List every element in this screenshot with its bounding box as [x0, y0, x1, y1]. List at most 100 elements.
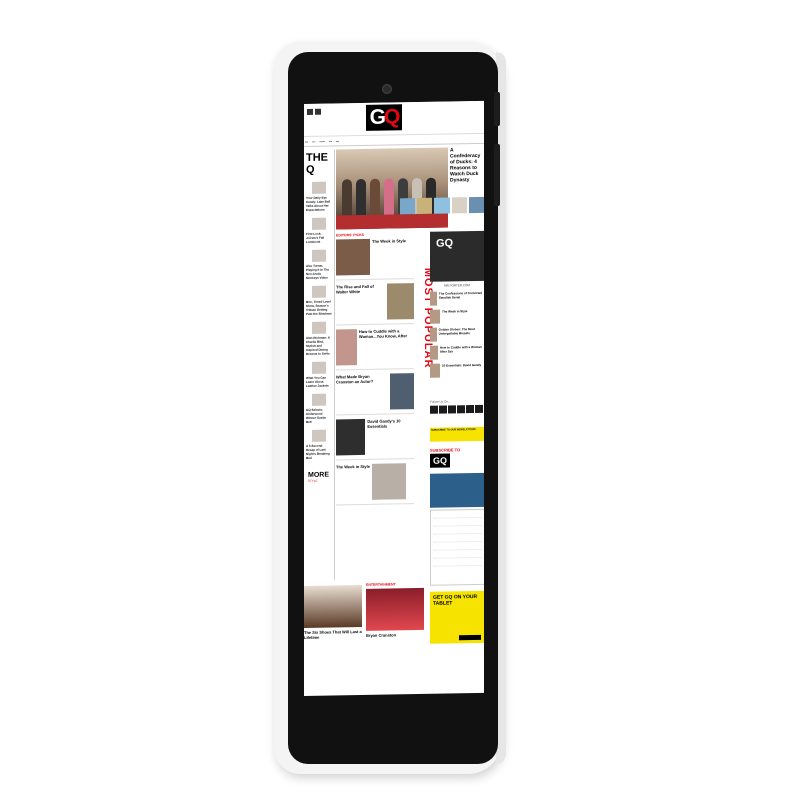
popular-thumb [430, 327, 437, 342]
gq-selects-ad[interactable]: GQ [430, 230, 484, 282]
entertainment-feature[interactable]: ENTERTAINMENT Bryan Cranston [366, 582, 426, 638]
editors-card[interactable]: The Week in Style [336, 238, 414, 281]
instagram-icon[interactable] [475, 404, 483, 414]
strip-thumb[interactable] [451, 197, 467, 214]
editors-card[interactable]: What Made Bryan Cranston an Actor? [336, 373, 414, 416]
nav-item[interactable]: ▪▪▪ [328, 137, 333, 145]
follow-us: Follow Us On... [430, 399, 484, 414]
sidebar-item-title: Alan Richman: A Charlie Bird, Stylish an… [306, 335, 330, 356]
sidebar-item[interactable]: First Look: J.Crew's Fall Lookbook [306, 217, 332, 244]
nav-item[interactable]: ▪▪▪ [304, 138, 309, 146]
editors-picks: EDITORS' PICKS The Week in Style The Ris… [336, 232, 414, 509]
subscribe-block[interactable]: SUBSCRIBE TO GQ [430, 447, 484, 468]
sidebar-thumb [312, 321, 326, 334]
facebook-icon[interactable] [430, 405, 438, 414]
card-image [371, 463, 406, 500]
sidebar-item[interactable]: Alan Richman: A Charlie Bird, Stylish an… [306, 321, 332, 356]
twitter-icon[interactable] [439, 405, 447, 414]
card-title: The Rise and Fall of Walter White [336, 283, 374, 295]
popular-thumb [430, 309, 440, 324]
google-plus-icon[interactable] [466, 405, 474, 414]
editors-card[interactable]: The Rise and Fall of Walter White [336, 283, 414, 326]
sidebar-item[interactable]: Brie, Timed Level Show, Season's Tribute… [306, 285, 332, 316]
editors-card[interactable]: The Week in Style [336, 463, 414, 506]
entertainment-image [366, 587, 424, 631]
sidebar-item-title: First Look: J.Crew's Fall Lookbook [306, 231, 325, 244]
magazine-cover[interactable] [430, 472, 484, 508]
form-field[interactable] [433, 527, 483, 535]
sidebar-item[interactable]: Alec Turner, Playing It In The Neo-Arcti… [306, 249, 332, 280]
sidebar-item-title: What You Can Learn About Leather Jackets [306, 375, 329, 388]
mr-porter-link[interactable]: MR PORTER.COM [430, 283, 484, 288]
nav-item[interactable]: ▪▪▪▪▪ [318, 138, 325, 146]
newsletter-label: SUBSCRIBE TO OUR NEWSLETTERS [431, 428, 476, 432]
form-field[interactable] [433, 543, 483, 551]
popular-item[interactable]: 10 Essentials: David Gandy [430, 363, 484, 379]
popular-item[interactable]: Golden Globes: The Most Unforgettable Br… [430, 327, 484, 343]
the-q-sidebar: THE Q Your Daily Eye Candy: Lake Bell Ta… [304, 149, 335, 580]
tablet-ad-text: GET GQ ON YOUR TABLET [433, 593, 478, 607]
power-button[interactable] [494, 92, 500, 126]
form-field[interactable] [433, 511, 483, 519]
popular-thumb [430, 345, 438, 360]
more-style-label[interactable]: MORE [308, 472, 330, 479]
popular-item[interactable]: The Confessions of Convicted Swedish Ser… [430, 291, 484, 307]
tablet-edition-ad[interactable]: GET GQ ON YOUR TABLET [430, 590, 484, 644]
popular-item[interactable]: The Week in Style [430, 309, 484, 325]
sidebar-item-title: Brie, Timed Level Show, Season's Tribute… [306, 299, 332, 316]
entertainment-title: Bryan Cranston [366, 632, 397, 638]
form-field[interactable] [433, 519, 483, 527]
card-image [336, 418, 366, 456]
card-image [336, 238, 370, 276]
newsletter-signup[interactable]: SUBSCRIBE TO OUR NEWSLETTERS [430, 426, 484, 442]
card-image [387, 283, 414, 320]
more-style-sub: STYLE [308, 478, 318, 483]
tumblr-icon[interactable] [448, 405, 456, 414]
sidebar-thumb [312, 429, 326, 442]
hero-image[interactable] [336, 147, 448, 230]
entertainment-label: ENTERTAINMENT [366, 582, 396, 587]
style-feature[interactable]: The Six Shoes That Will Last a Lifetime [304, 583, 364, 640]
nav-item[interactable]: ▪▪▪ [335, 137, 340, 145]
strip-thumb[interactable] [434, 197, 450, 214]
facebook-icon[interactable] [307, 108, 313, 115]
sidebar-thumb [312, 285, 326, 298]
tablet-screen: GQ ▪▪▪ ▪▪▪ ▪▪▪▪▪ ▪▪▪ ▪▪▪ THE Q Your Daily Ey… [304, 100, 484, 696]
learn-more-button[interactable] [459, 634, 481, 641]
nav-item[interactable]: ▪▪▪ [311, 138, 316, 146]
logo-q: Q [384, 105, 399, 129]
card-title: How to Cuddle with a Woman...You Know, A… [358, 328, 408, 340]
form-field[interactable] [433, 535, 483, 543]
sidebar-item[interactable]: What You Can Learn About Leather Jackets [306, 361, 332, 388]
form-field[interactable] [433, 559, 483, 567]
pinterest-icon[interactable] [457, 405, 465, 414]
strip-thumb[interactable] [468, 196, 484, 214]
style-feature-title: The Six Shoes That Will Last a Lifetime [304, 628, 362, 640]
most-popular-label: MOST POPULAR [416, 232, 434, 432]
sidebar-item-title: A 6-Second Recap of Last Night's Breakin… [306, 443, 330, 460]
popular-title: Golden Globes: The Most Unforgettable Br… [438, 327, 475, 336]
gq-logo[interactable]: GQ [366, 104, 402, 131]
subscribe-form [430, 508, 484, 586]
sidebar-item[interactable]: Your Daily Eye Candy: Lake Bell Talks Ab… [306, 181, 332, 212]
sidebar-item-title: Alec Turner, Playing It In The Neo-Arcti… [306, 263, 330, 280]
sidebar-item[interactable]: GQ Selects: Underwood Winner Suede Belt [306, 393, 332, 424]
sidebar-item[interactable]: A 6-Second Recap of Last Night's Breakin… [306, 429, 332, 460]
twitter-icon[interactable] [315, 108, 321, 115]
headline-block[interactable]: A Confederacy of Ducks: 4 Reasons to Wat… [450, 147, 484, 183]
sidebar-thumb [312, 393, 326, 406]
strip-thumb[interactable] [417, 197, 433, 215]
popular-item[interactable]: How to Cuddle with a Woman After Sex [430, 345, 484, 361]
subscribe-label: SUBSCRIBE TO [430, 447, 461, 453]
volume-button[interactable] [494, 144, 500, 206]
strip-thumb[interactable] [400, 198, 416, 215]
card-title: The Week in Style [336, 463, 370, 470]
card-title: The Week in Style [372, 238, 406, 244]
editors-card[interactable]: How to Cuddle with a Woman...You Know, A… [336, 328, 414, 371]
card-title: David Gandy's 10 Essentials [367, 418, 401, 429]
follow-label: Follow Us On... [430, 399, 451, 404]
editors-card[interactable]: David Gandy's 10 Essentials [336, 418, 414, 461]
sidebar-thumb [312, 361, 326, 374]
card-image [336, 329, 357, 366]
form-field[interactable] [433, 551, 483, 559]
